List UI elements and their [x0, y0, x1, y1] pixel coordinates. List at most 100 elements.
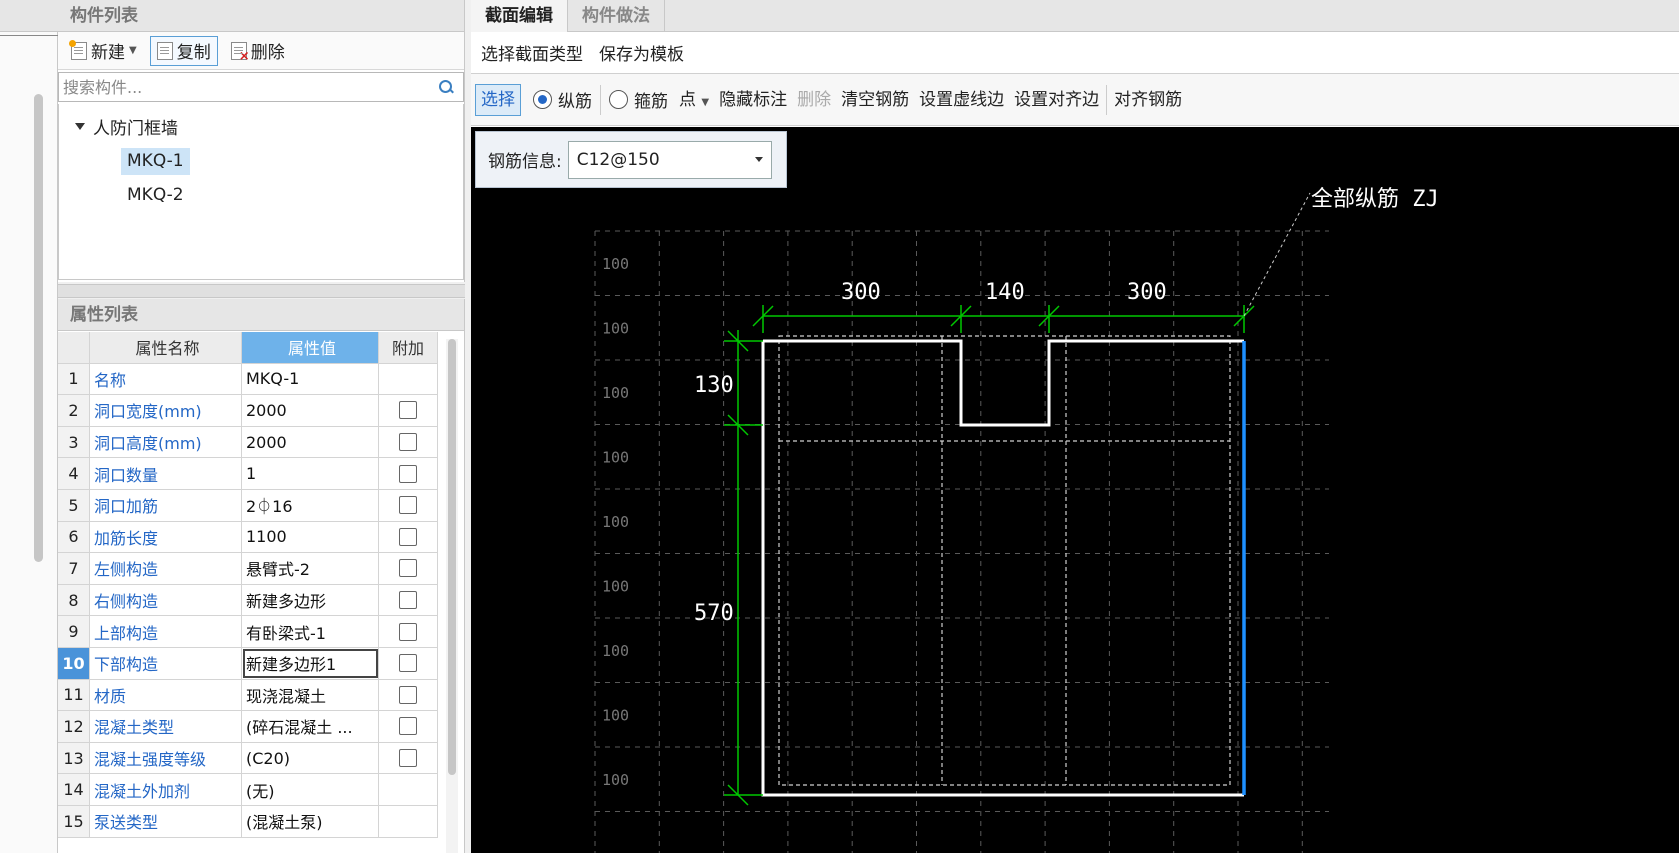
row-index: 9 [58, 616, 90, 647]
property-row[interactable]: 2 洞口宽度(mm) 2000 [58, 395, 438, 427]
property-value[interactable]: (混凝土泵) [242, 805, 379, 837]
left-side-strip [0, 0, 58, 853]
point-button[interactable]: 点 ▼ [674, 83, 714, 117]
property-row[interactable]: 12 混凝土类型 (碎石混凝土 ... [58, 711, 438, 743]
tree-item-mkq-2[interactable]: MKQ-2 [121, 182, 190, 209]
property-value[interactable]: 2000 [242, 426, 379, 458]
extra-checkbox[interactable] [399, 717, 417, 736]
property-row[interactable]: 3 洞口高度(mm) 2000 [58, 426, 438, 459]
property-row[interactable]: 9 上部构造 有卧梁式-1 [58, 616, 438, 648]
delete-button[interactable]: 删除 [224, 36, 292, 66]
extra-checkbox[interactable] [399, 401, 417, 420]
clear-rebar-button[interactable]: 清空钢筋 [836, 83, 914, 117]
property-value[interactable]: 2000 [242, 395, 379, 426]
header-property-value[interactable]: 属性值 [242, 332, 379, 363]
property-value[interactable]: MKQ-1 [242, 363, 379, 395]
row-index: 11 [58, 679, 90, 711]
new-button[interactable]: 新建 ▼ [64, 36, 144, 66]
property-value[interactable]: 2⏀16 [242, 489, 379, 521]
radio-stirrup-dot-icon[interactable] [609, 90, 628, 109]
extra-checkbox[interactable] [399, 654, 417, 673]
extra-checkbox[interactable] [399, 591, 417, 610]
radio-stirrup[interactable]: 箍筋 [603, 83, 674, 117]
extra-checkbox[interactable] [399, 685, 417, 704]
property-name: 洞口加筋 [90, 489, 242, 521]
toolbar-separator-2 [1106, 84, 1108, 115]
extra-checkbox[interactable] [399, 622, 417, 641]
rebar-dropdown-icon[interactable] [754, 157, 763, 162]
property-value[interactable]: 现浇混凝土 [242, 679, 379, 711]
align-rebar-button[interactable]: 对齐钢筋 [1109, 83, 1187, 117]
left-strip-header [0, 0, 58, 32]
header-index [58, 332, 90, 363]
panel-splitter[interactable] [58, 284, 465, 298]
row-index: 1 [58, 363, 90, 395]
set-align-edge-button[interactable]: 设置对齐边 [1009, 83, 1104, 117]
tab-component-method[interactable]: 构件做法 [568, 0, 665, 32]
section-drawing[interactable]: 100 100 100 100 100 100 100 100 100 300 140 300 130 5… [471, 127, 1679, 853]
search-icon[interactable] [439, 80, 453, 94]
select-section-type-button[interactable]: 选择截面类型 [481, 40, 583, 65]
component-search-box [58, 72, 464, 102]
top-dim-300-left: 300 [841, 280, 881, 305]
point-dropdown-icon[interactable]: ▼ [701, 97, 709, 108]
property-row[interactable]: 6 加筋长度 1100 [58, 521, 438, 554]
select-button[interactable]: 选择 [475, 83, 521, 116]
drawing-canvas[interactable]: 100 100 100 100 100 100 100 100 100 300 140 300 130 5… [471, 127, 1679, 853]
property-grid-header: 属性名称 属性值 附加 [58, 332, 438, 364]
property-row[interactable]: 7 左侧构造 悬臂式-2 [58, 553, 438, 585]
row-index: 10 [58, 647, 90, 679]
tree-root-node[interactable]: 人防门框墙 [75, 114, 178, 139]
property-row[interactable]: 13 混凝土强度等级 (C20) [58, 742, 438, 775]
property-row[interactable]: 15 泵送类型 (混凝土泵) [58, 805, 438, 838]
property-value[interactable]: 悬臂式-2 [242, 553, 379, 584]
property-value[interactable]: (无) [242, 774, 379, 805]
property-value[interactable]: 1 [242, 458, 379, 489]
collapse-triangle-icon[interactable] [75, 123, 85, 130]
extra-checkbox[interactable] [399, 527, 417, 546]
header-property-name[interactable]: 属性名称 [90, 332, 242, 363]
extra-checkbox[interactable] [399, 496, 417, 515]
tree-item-mkq-1[interactable]: MKQ-1 [121, 148, 190, 175]
left-dim-130: 130 [694, 373, 734, 398]
property-value[interactable]: 新建多边形1 [242, 647, 379, 679]
property-value[interactable]: 1100 [242, 521, 379, 553]
property-row[interactable]: 1 名称 MKQ-1 [58, 363, 438, 396]
rebar-info-select[interactable]: C12@150 [567, 140, 772, 179]
property-row[interactable]: 4 洞口数量 1 [58, 458, 438, 490]
property-row[interactable]: 8 右侧构造 新建多边形 [58, 584, 438, 617]
property-value[interactable]: 有卧梁式-1 [242, 616, 379, 647]
component-search-input[interactable] [59, 74, 439, 100]
property-name: 混凝土强度等级 [90, 742, 242, 774]
property-value[interactable]: (C20) [242, 742, 379, 774]
toolbar-separator [600, 84, 601, 115]
extra-checkbox[interactable] [399, 464, 417, 483]
extra-checkbox[interactable] [399, 433, 417, 452]
hide-labels-button[interactable]: 隐藏标注 [714, 83, 792, 117]
copy-button[interactable]: 复制 [149, 35, 218, 66]
delete-rebar-button[interactable]: 删除 [792, 83, 836, 117]
property-name: 名称 [90, 363, 242, 395]
extra-checkbox[interactable] [399, 559, 417, 578]
left-strip-scrollbar[interactable] [34, 94, 43, 562]
component-toolbar: 新建 ▼ 复制 删除 [58, 32, 464, 70]
property-scrollbar[interactable] [446, 339, 458, 853]
property-row[interactable]: 5 洞口加筋 2⏀16 [58, 489, 438, 522]
property-row[interactable]: 14 混凝土外加剂 (无) [58, 774, 438, 806]
extra-checkbox[interactable] [399, 749, 417, 768]
radio-longitudinal-dot-icon[interactable] [533, 90, 552, 109]
grid-label: 100 [602, 384, 629, 402]
row-index: 3 [58, 426, 90, 458]
delete-doc-icon [230, 41, 250, 64]
property-value[interactable]: 新建多边形 [242, 584, 379, 616]
header-extra[interactable]: 附加 [379, 332, 438, 363]
property-row[interactable]: 10 下部构造 新建多边形1 [58, 647, 438, 680]
tab-section-edit[interactable]: 截面编辑 [471, 0, 568, 32]
radio-longitudinal[interactable]: 纵筋 [527, 83, 598, 117]
property-value[interactable]: (碎石混凝土 ... [242, 711, 379, 742]
set-dashed-edge-button[interactable]: 设置虚线边 [914, 83, 1009, 117]
new-dropdown-icon[interactable]: ▼ [129, 45, 137, 56]
property-extra-cell [379, 553, 438, 584]
save-as-template-button[interactable]: 保存为模板 [599, 40, 684, 65]
property-row[interactable]: 11 材质 现浇混凝土 [58, 679, 438, 712]
